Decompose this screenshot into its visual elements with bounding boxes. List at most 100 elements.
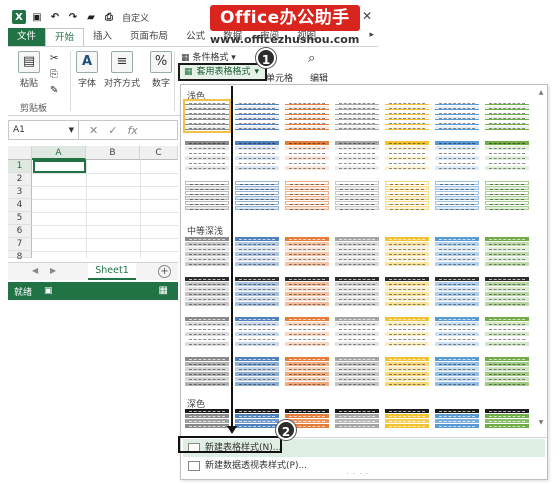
cut-icon[interactable]: ✂ (50, 53, 58, 64)
redo-icon[interactable]: ↷ (66, 10, 80, 24)
row-header[interactable]: 3 (8, 186, 32, 199)
table-style-swatch[interactable] (485, 101, 529, 131)
column-header[interactable]: B (86, 146, 140, 160)
table-style-swatch[interactable] (185, 237, 229, 267)
insert-function-icon[interactable]: fx (127, 124, 137, 137)
table-style-swatch[interactable] (485, 181, 529, 211)
table-style-swatch[interactable] (185, 317, 229, 347)
gallery-scrollbar[interactable]: ▲ ▼ (537, 89, 545, 429)
row-header[interactable]: 7 (8, 238, 32, 251)
table-style-swatch[interactable] (385, 101, 429, 131)
table-style-swatch[interactable] (435, 409, 479, 429)
table-style-swatch[interactable] (435, 141, 479, 171)
tab-file[interactable]: 文件 (8, 28, 46, 46)
table-style-swatch[interactable] (235, 141, 279, 171)
table-style-swatch[interactable] (385, 141, 429, 171)
number-group[interactable]: % 数字 (150, 51, 172, 89)
undo-icon[interactable]: ↶ (48, 10, 62, 24)
table-style-swatch[interactable] (235, 277, 279, 307)
column-header[interactable]: A (32, 146, 86, 160)
table-style-swatch[interactable] (435, 181, 479, 211)
macro-record-icon[interactable]: ▣ (44, 286, 53, 296)
name-box[interactable]: A1 ▼ (9, 121, 79, 139)
save-icon[interactable]: ▣ (30, 10, 44, 24)
table-style-swatch[interactable] (385, 277, 429, 307)
table-style-swatch[interactable] (485, 237, 529, 267)
open-folder-icon[interactable]: ▰ (84, 10, 98, 24)
table-style-swatch[interactable] (435, 357, 479, 387)
table-style-swatch[interactable] (485, 409, 529, 429)
table-style-swatch[interactable] (285, 277, 329, 307)
table-style-swatch[interactable] (335, 409, 379, 429)
select-all-corner[interactable] (8, 146, 32, 160)
row-header[interactable]: 8 (8, 251, 32, 262)
table-style-swatch[interactable] (385, 237, 429, 267)
table-style-swatch[interactable] (285, 181, 329, 211)
row-header[interactable]: 1 (8, 160, 32, 173)
table-style-swatch[interactable] (335, 317, 379, 347)
confirm-icon[interactable]: ✓ (108, 124, 117, 137)
alignment-group[interactable]: ≡ 对齐方式 (104, 51, 140, 89)
normal-view-icon[interactable]: ▦ (159, 285, 168, 296)
paste-group[interactable]: ▤ 粘贴 (18, 51, 40, 89)
table-style-swatch[interactable] (185, 277, 229, 307)
cancel-icon[interactable]: ✕ (89, 124, 98, 137)
table-style-swatch[interactable] (335, 237, 379, 267)
table-style-swatch[interactable] (235, 237, 279, 267)
table-style-swatch[interactable] (435, 101, 479, 131)
next-sheet-icon[interactable]: ▶ (50, 266, 56, 275)
table-style-swatch[interactable] (285, 141, 329, 171)
scroll-up-icon[interactable]: ▲ (537, 89, 545, 99)
conditional-format-button[interactable]: ▦ 条件格式 ▾ (181, 50, 236, 63)
tab-insert[interactable]: 插入 (84, 28, 121, 46)
tab-home[interactable]: 开始 (45, 28, 85, 46)
add-sheet-button[interactable]: + (158, 265, 171, 278)
table-style-swatch[interactable] (385, 357, 429, 387)
table-style-swatch[interactable] (385, 409, 429, 429)
sheet-tab[interactable]: Sheet1 (88, 263, 136, 280)
prev-sheet-icon[interactable]: ◀ (32, 266, 38, 275)
table-style-swatch[interactable] (285, 357, 329, 387)
table-style-swatch[interactable] (235, 101, 279, 131)
table-style-swatch[interactable] (285, 237, 329, 267)
table-style-swatch[interactable] (435, 277, 479, 307)
row-header[interactable]: 5 (8, 212, 32, 225)
table-style-swatch[interactable] (185, 357, 229, 387)
table-style-swatch[interactable] (485, 357, 529, 387)
tab-formulas[interactable]: 公式 (177, 28, 214, 46)
table-style-swatch[interactable] (185, 409, 229, 429)
table-style-swatch[interactable] (235, 317, 279, 347)
table-style-swatch[interactable] (435, 317, 479, 347)
format-painter-icon[interactable]: ✎ (50, 85, 58, 96)
table-style-swatch[interactable] (235, 409, 279, 429)
row-header[interactable]: 6 (8, 225, 32, 238)
font-group[interactable]: A 字体 (76, 51, 98, 89)
print-preview-icon[interactable]: ⎙ (102, 10, 116, 24)
worksheet-grid[interactable]: A B C 1 2 3 4 5 6 7 8 (8, 146, 178, 262)
table-style-swatch[interactable] (235, 357, 279, 387)
table-style-swatch[interactable] (335, 141, 379, 171)
table-style-swatch[interactable] (285, 317, 329, 347)
table-style-swatch[interactable] (335, 181, 379, 211)
scroll-down-icon[interactable]: ▼ (537, 419, 545, 429)
table-style-swatch[interactable] (485, 317, 529, 347)
close-button[interactable]: ✕ (362, 9, 372, 23)
binoculars-icon[interactable]: ⌕ (308, 51, 315, 66)
table-style-swatch[interactable] (185, 141, 229, 171)
table-style-swatch[interactable] (435, 237, 479, 267)
table-style-swatch[interactable] (385, 317, 429, 347)
cells-group-label[interactable]: 单元格 (266, 71, 293, 84)
format-as-table-button[interactable]: ▦ 套用表格格式 ▾ (178, 63, 268, 81)
table-style-swatch[interactable] (485, 277, 529, 307)
edit-group-label[interactable]: 编辑 (310, 71, 328, 84)
table-style-swatch[interactable] (485, 141, 529, 171)
table-style-swatch[interactable] (183, 99, 231, 133)
table-style-swatch[interactable] (185, 181, 229, 211)
copy-icon[interactable]: ⎘ (50, 69, 58, 80)
table-style-swatch[interactable] (285, 101, 329, 131)
row-header[interactable]: 4 (8, 199, 32, 212)
table-style-swatch[interactable] (335, 357, 379, 387)
active-cell[interactable] (33, 160, 86, 173)
table-style-swatch[interactable] (335, 277, 379, 307)
table-style-swatch[interactable] (235, 181, 279, 211)
